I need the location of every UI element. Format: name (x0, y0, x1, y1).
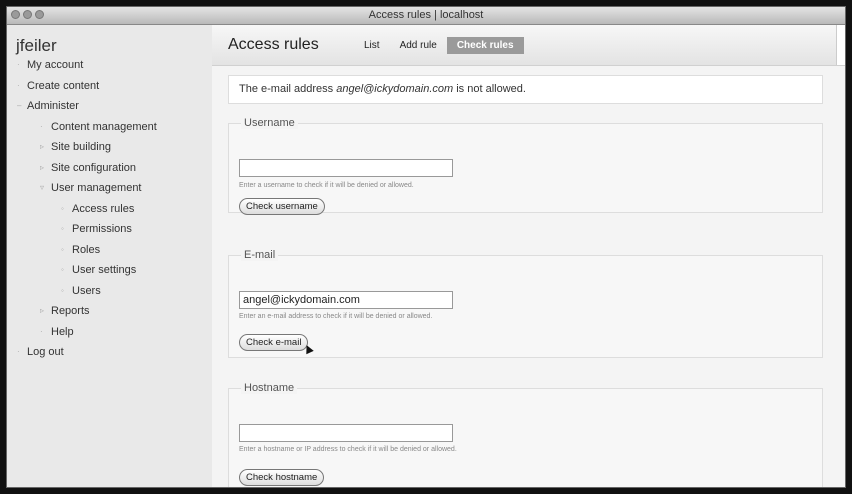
hostname-fieldset: Hostname Enter a hostname or IP address … (228, 382, 823, 487)
message-email: angel@ickydomain.com (336, 83, 454, 95)
collapse-icon: ▿ (40, 183, 45, 192)
sidebar-item-label: Log out (27, 346, 64, 358)
sidebar-item-label: Create content (27, 79, 100, 92)
sidebar-item-label: Access rules (72, 202, 135, 215)
expand-icon: ▹ (40, 162, 45, 172)
expand-icon: ▹ (40, 306, 45, 315)
sidebar-item-label: Reports (51, 305, 90, 317)
scrollbar[interactable] (836, 25, 845, 65)
tab-check-rules[interactable]: Check rules (446, 37, 524, 54)
sidebar-item-label: My account (27, 59, 84, 71)
sidebar-item-users[interactable]: ◦ Users (7, 281, 212, 302)
hostname-description: Enter a hostname or IP address to check … (239, 446, 457, 453)
bullet-icon: · (17, 60, 20, 69)
check-rules-form: The e-mail address angel@ickydomain.com … (228, 75, 823, 487)
tab-bar: List Add rule Check rules (354, 37, 524, 54)
sidebar-item-reports[interactable]: ▹ Reports (7, 301, 212, 322)
bullet-icon: · (40, 326, 43, 336)
message-suffix: is not allowed. (453, 83, 526, 95)
browser-window: Access rules | localhost jfeiler · My acc… (6, 6, 846, 488)
title-bar: Access rules | localhost (7, 7, 845, 25)
sidebar-item-label: Administer (27, 100, 79, 112)
sidebar-item-label: User management (51, 182, 142, 194)
collapse-icon: – (17, 101, 22, 110)
username-input[interactable] (239, 159, 453, 177)
site-name[interactable]: jfeiler (7, 25, 212, 55)
email-input[interactable]: angel@ickydomain.com (239, 291, 453, 309)
check-hostname-button[interactable]: Check hostname (239, 469, 325, 486)
sidebar-item-log-out[interactable]: · Log out (7, 342, 212, 363)
expand-icon: ▹ (40, 142, 45, 151)
main-content: Access rules List Add rule Check rules T… (212, 25, 845, 487)
check-username-button[interactable]: Check username (239, 198, 325, 215)
sidebar-item-label: User settings (72, 264, 137, 276)
message-prefix: The e-mail address (239, 83, 337, 95)
hostname-legend: Hostname (241, 382, 298, 394)
email-description: Enter an e-mail address to check if it w… (239, 313, 433, 320)
email-legend: E-mail (241, 249, 279, 261)
sidebar-item-label: Roles (72, 243, 101, 256)
bullet-icon: · (17, 80, 20, 90)
sidebar-item-user-management[interactable]: ▿ User management (7, 178, 212, 199)
sidebar-item-site-configuration[interactable]: ▹ Site configuration (7, 158, 212, 179)
bullet-icon: ◦ (61, 265, 64, 274)
sidebar-item-label: Content management (51, 120, 157, 133)
bullet-icon: ◦ (61, 224, 64, 233)
sidebar-item-create-content[interactable]: · Create content (7, 76, 212, 97)
sidebar-item-access-rules[interactable]: ◦ Access rules (7, 199, 212, 220)
sidebar-item-user-settings[interactable]: ◦ User settings (7, 260, 212, 281)
sidebar-item-label: Help (51, 325, 74, 338)
sidebar-item-content-management[interactable]: · Content management (7, 117, 212, 138)
sidebar-item-administer[interactable]: – Administer (7, 96, 212, 117)
sidebar-item-label: Users (72, 284, 101, 297)
bullet-icon: ◦ (61, 285, 64, 295)
hostname-input[interactable] (239, 424, 453, 442)
sidebar-item-site-building[interactable]: ▹ Site building (7, 137, 212, 158)
window-title: Access rules | localhost (368, 9, 484, 21)
page-title: Access rules (228, 36, 319, 53)
sidebar-item-my-account[interactable]: · My account (7, 55, 212, 76)
sidebar-nav: · My account · Create content – Administer … (7, 55, 212, 363)
bullet-icon: · (40, 121, 43, 131)
bullet-icon: · (17, 347, 20, 356)
email-fieldset: E-mail angel@ickydomain.com Enter an e-m… (228, 249, 823, 358)
sidebar-item-help[interactable]: · Help (7, 322, 212, 343)
status-message: The e-mail address angel@ickydomain.com … (228, 75, 823, 104)
username-legend: Username (241, 117, 298, 129)
sidebar: jfeiler · My account · Create content – Adm… (7, 25, 212, 487)
username-description: Enter a username to check if it will be … (239, 182, 414, 189)
page-header: Access rules List Add rule Check rules (212, 25, 845, 66)
bullet-icon: ◦ (61, 244, 64, 254)
sidebar-item-label: Site building (51, 141, 111, 153)
sidebar-item-permissions[interactable]: ◦ Permissions (7, 219, 212, 240)
tab-add-rule[interactable]: Add rule (390, 37, 447, 54)
bullet-icon: ◦ (61, 203, 64, 213)
sidebar-item-roles[interactable]: ◦ Roles (7, 240, 212, 261)
sidebar-item-label: Site configuration (51, 161, 136, 174)
sidebar-item-label: Permissions (72, 223, 132, 235)
username-fieldset: Username Enter a username to check if it… (228, 117, 823, 215)
tab-list[interactable]: List (354, 37, 390, 54)
